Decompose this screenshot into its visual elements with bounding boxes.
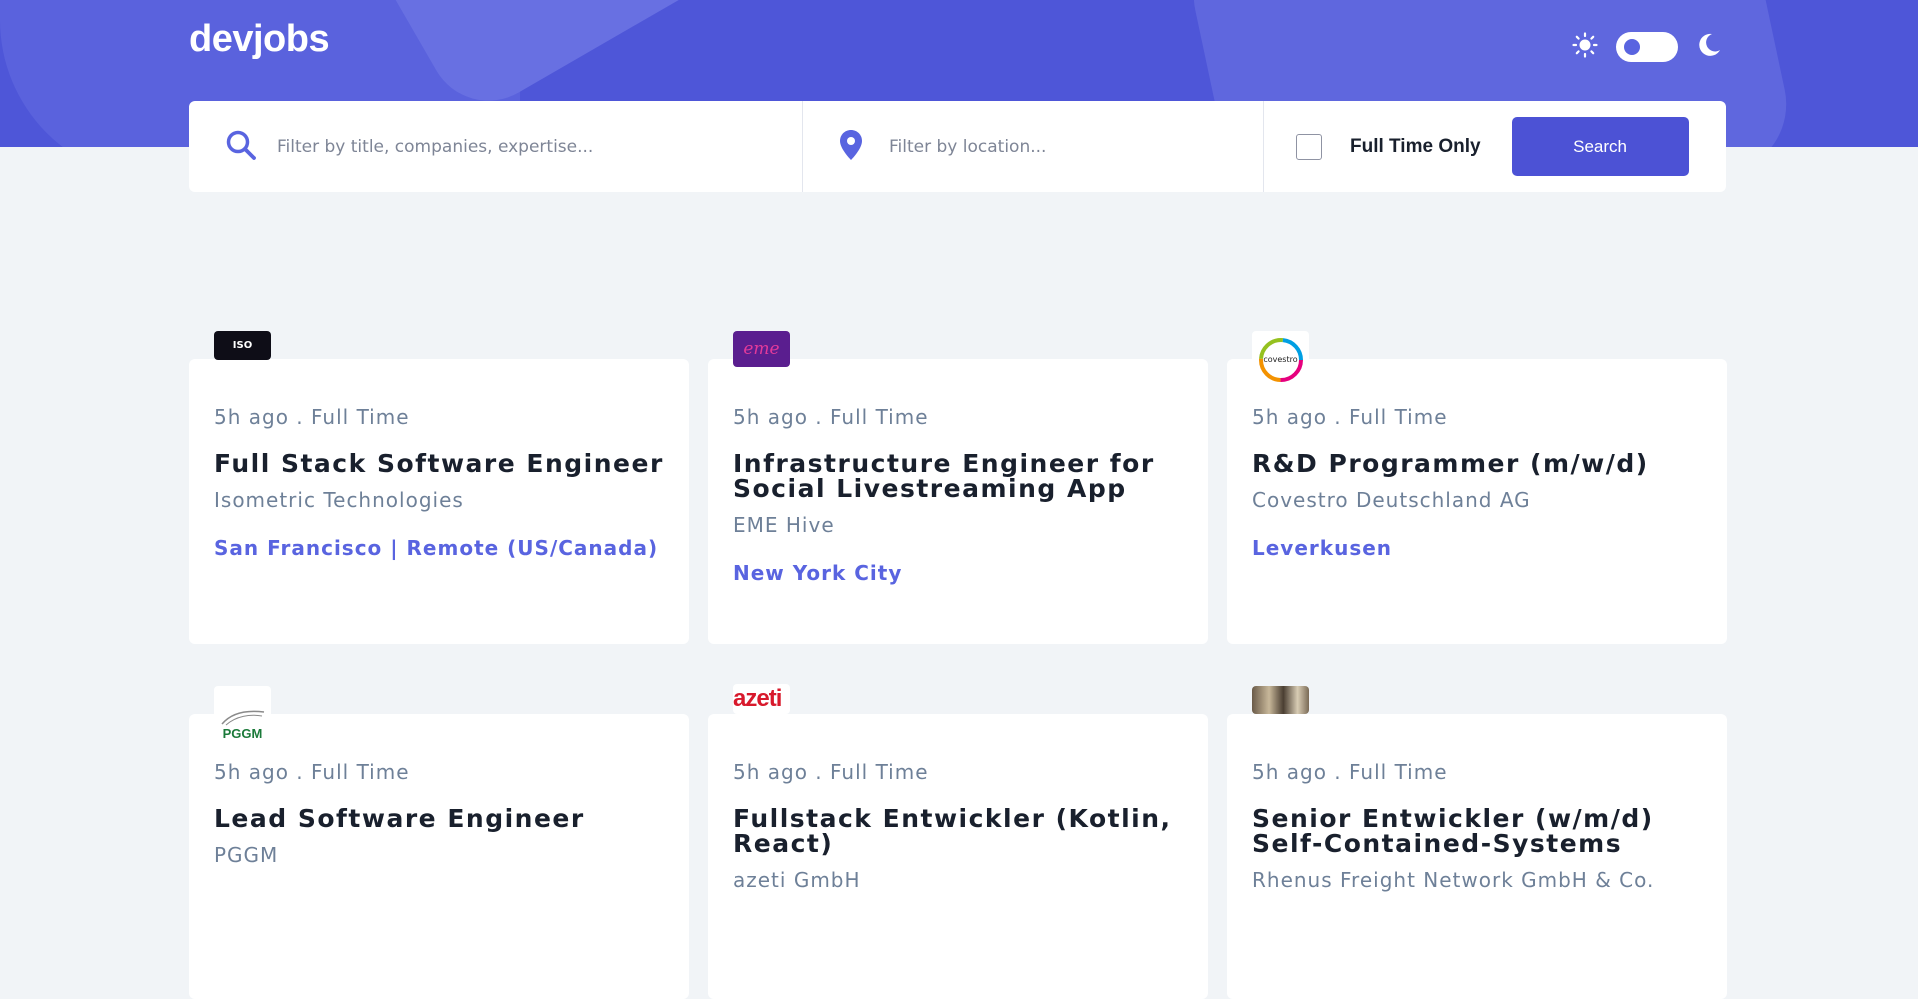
logo-text: PGGM (222, 726, 263, 741)
job-card[interactable]: azeti 5h ago . Full Time Fullstack Entwi… (708, 684, 1208, 999)
company-logo (1252, 686, 1309, 714)
options-filter: Full Time Only Search (1264, 101, 1726, 192)
search-button[interactable]: Search (1511, 117, 1689, 176)
logo-text: ISO (232, 340, 253, 351)
theme-toggle[interactable] (1616, 32, 1678, 62)
job-title[interactable]: Full Stack Software Engineer (214, 451, 664, 476)
logo-text: eme (743, 339, 780, 359)
title-search-input[interactable] (277, 136, 777, 157)
office-photo-image (1252, 686, 1309, 714)
location-filter (803, 101, 1264, 192)
job-title[interactable]: Lead Software Engineer (214, 806, 664, 831)
company-logo: azeti (733, 684, 790, 714)
job-title[interactable]: Infrastructure Engineer for Social Lives… (733, 451, 1183, 501)
fulltime-checkbox[interactable] (1296, 133, 1322, 160)
job-meta: 5h ago . Full Time (733, 405, 929, 429)
job-location: New York City (733, 561, 903, 585)
job-company: Covestro Deutschland AG (1252, 488, 1531, 512)
job-title[interactable]: R&D Programmer (m/w/d) (1252, 451, 1702, 476)
company-logo: eme (733, 331, 790, 367)
company-logo: covestro (1252, 331, 1309, 388)
job-meta: 5h ago . Full Time (214, 405, 410, 429)
location-search-input[interactable] (889, 136, 1249, 157)
location-pin-icon (839, 129, 863, 165)
sun-icon (1572, 32, 1598, 62)
job-meta: 5h ago . Full Time (1252, 760, 1448, 784)
company-logo: ISO (214, 331, 271, 360)
brand-logo[interactable]: devjobs (189, 18, 330, 61)
job-company: EME Hive (733, 513, 835, 537)
job-card[interactable]: PGGM 5h ago . Full Time Lead Software En… (189, 686, 689, 999)
job-company: azeti GmbH (733, 868, 861, 892)
theme-toggle-knob (1624, 39, 1640, 55)
job-company: Isometric Technologies (214, 488, 464, 512)
moon-icon (1696, 32, 1722, 62)
job-meta: 5h ago . Full Time (733, 760, 929, 784)
company-logo: PGGM (214, 686, 271, 743)
job-meta: 5h ago . Full Time (1252, 405, 1448, 429)
job-card[interactable]: ISO 5h ago . Full Time Full Stack Softwa… (189, 331, 689, 644)
job-location: San Francisco | Remote (US/Canada) (214, 536, 659, 560)
title-filter (189, 101, 803, 192)
job-company: Rhenus Freight Network GmbH & Co. (1252, 868, 1655, 892)
logo-text: azeti (733, 685, 782, 712)
job-title[interactable]: Senior Entwickler (w/m/d) Self-Contained… (1252, 806, 1702, 856)
theme-switcher (1572, 30, 1722, 64)
job-company: PGGM (214, 843, 279, 867)
job-card[interactable]: eme 5h ago . Full Time Infrastructure En… (708, 331, 1208, 644)
job-title[interactable]: Fullstack Entwickler (Kotlin, React) (733, 806, 1183, 856)
search-icon (225, 129, 257, 165)
job-meta: 5h ago . Full Time (214, 760, 410, 784)
job-location: Leverkusen (1252, 536, 1393, 560)
job-card[interactable]: 5h ago . Full Time Senior Entwickler (w/… (1227, 686, 1727, 999)
search-bar: Full Time Only Search (189, 101, 1726, 192)
fulltime-label[interactable]: Full Time Only (1350, 136, 1481, 158)
job-card[interactable]: covestro 5h ago . Full Time R&D Programm… (1227, 331, 1727, 644)
pggm-swoosh-icon (220, 710, 264, 726)
logo-text: covestro (1263, 355, 1298, 364)
